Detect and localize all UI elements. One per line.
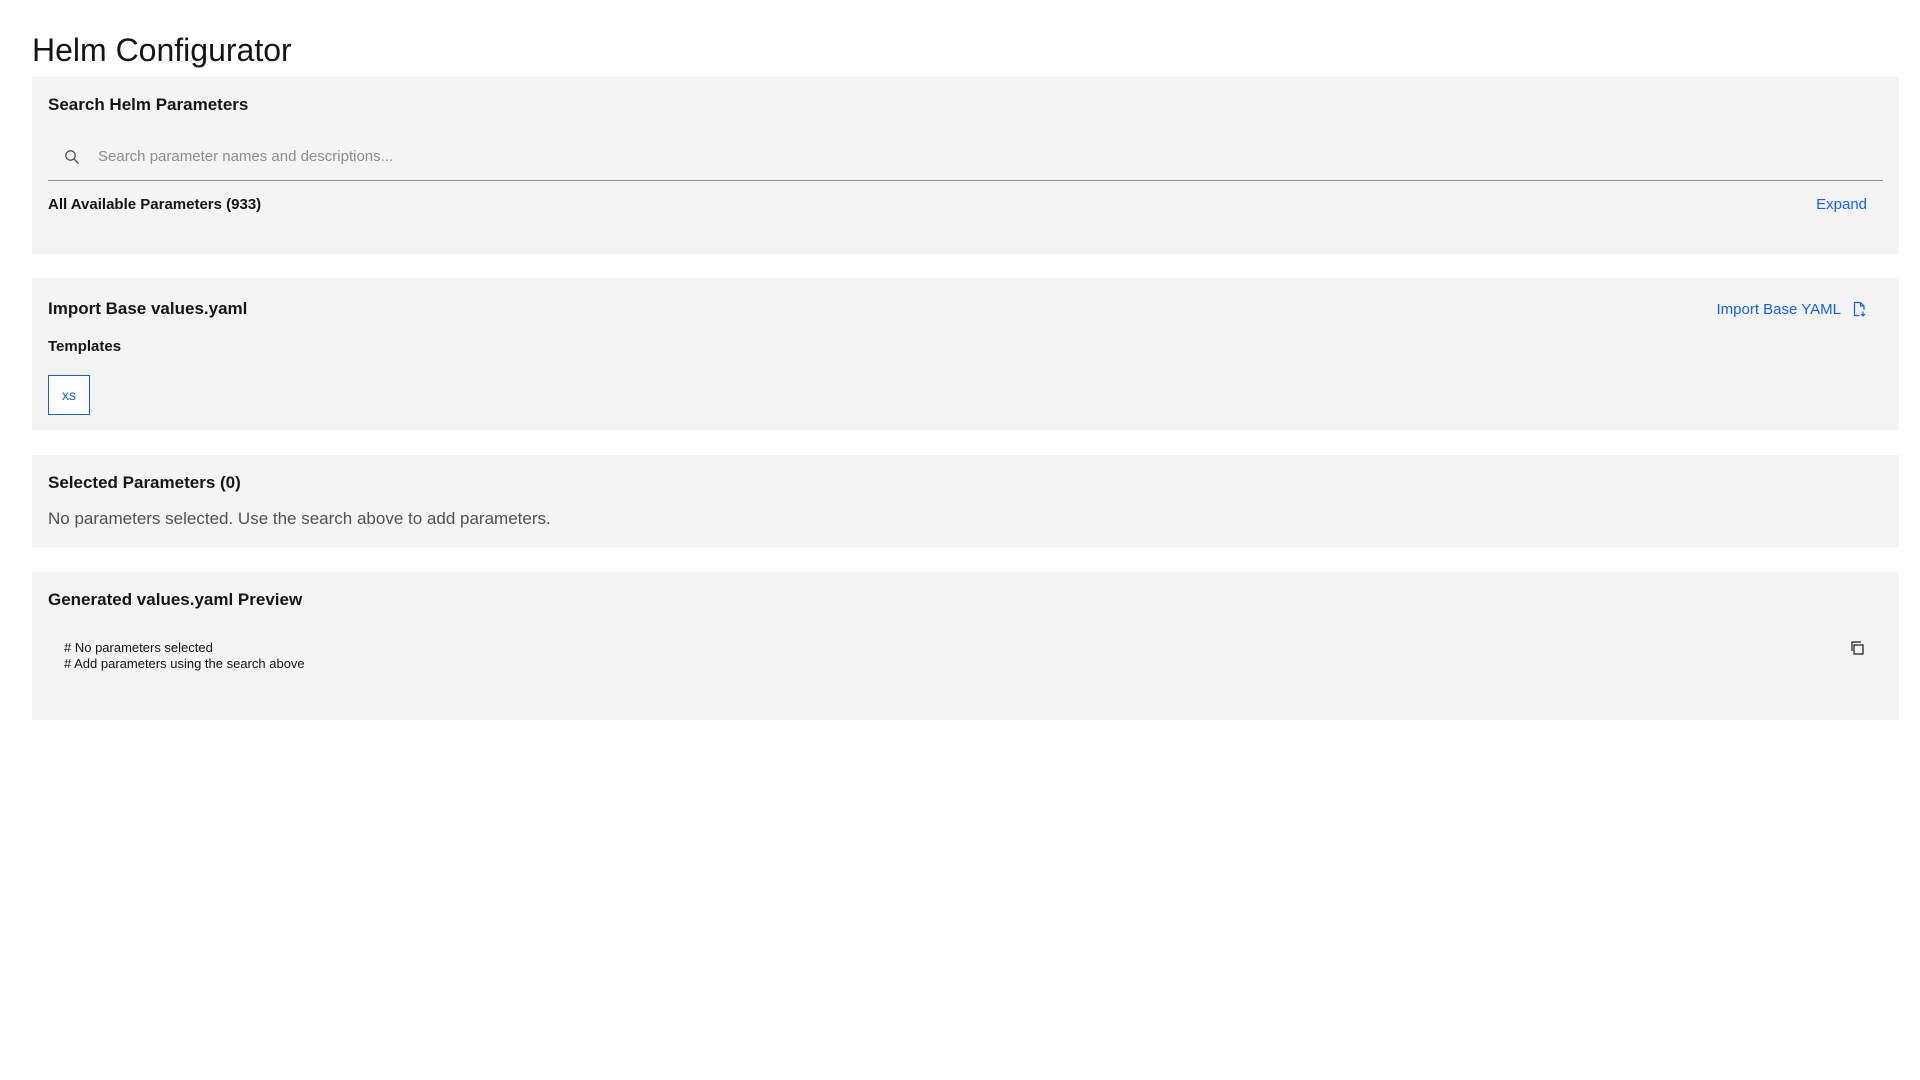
search-parameters-tile: Search Helm Parameters All Available Par… — [32, 77, 1899, 254]
import-base-values-tile: Import Base values.yaml Import Base YAML… — [32, 278, 1899, 430]
preview-section-title: Generated values.yaml Preview — [48, 590, 303, 609]
values-preview-tile: Generated values.yaml Preview # No param… — [32, 572, 1899, 720]
selected-parameters-tile: Selected Parameters (0) No parameters se… — [32, 455, 1899, 547]
templates-label: Templates — [48, 338, 122, 355]
import-section-title: Import Base values.yaml — [48, 299, 248, 318]
copy-icon — [1851, 641, 1864, 655]
yaml-preview-code: # No parameters selected # Add parameter… — [64, 640, 305, 672]
template-xs-button[interactable]: xs — [48, 375, 90, 415]
import-base-yaml-button[interactable]: Import Base YAML — [1717, 297, 1868, 321]
copy-button[interactable] — [1845, 636, 1869, 660]
document-import-icon — [1853, 301, 1866, 317]
code-line: # No parameters selected — [64, 640, 213, 655]
search-icon — [65, 150, 79, 164]
import-button-label: Import Base YAML — [1716, 300, 1842, 318]
selected-section-title: Selected Parameters (0) — [48, 473, 241, 492]
search-field[interactable] — [48, 133, 1883, 181]
page-title: Helm Configurator — [32, 32, 292, 68]
expand-button[interactable]: Expand — [1816, 193, 1867, 217]
code-line: # Add parameters using the search above — [64, 656, 305, 671]
search-input[interactable] — [96, 133, 1866, 180]
empty-selection-message: No parameters selected. Use the search a… — [48, 509, 551, 528]
available-parameters-label: All Available Parameters (933) — [48, 196, 262, 213]
search-section-title: Search Helm Parameters — [48, 95, 249, 114]
